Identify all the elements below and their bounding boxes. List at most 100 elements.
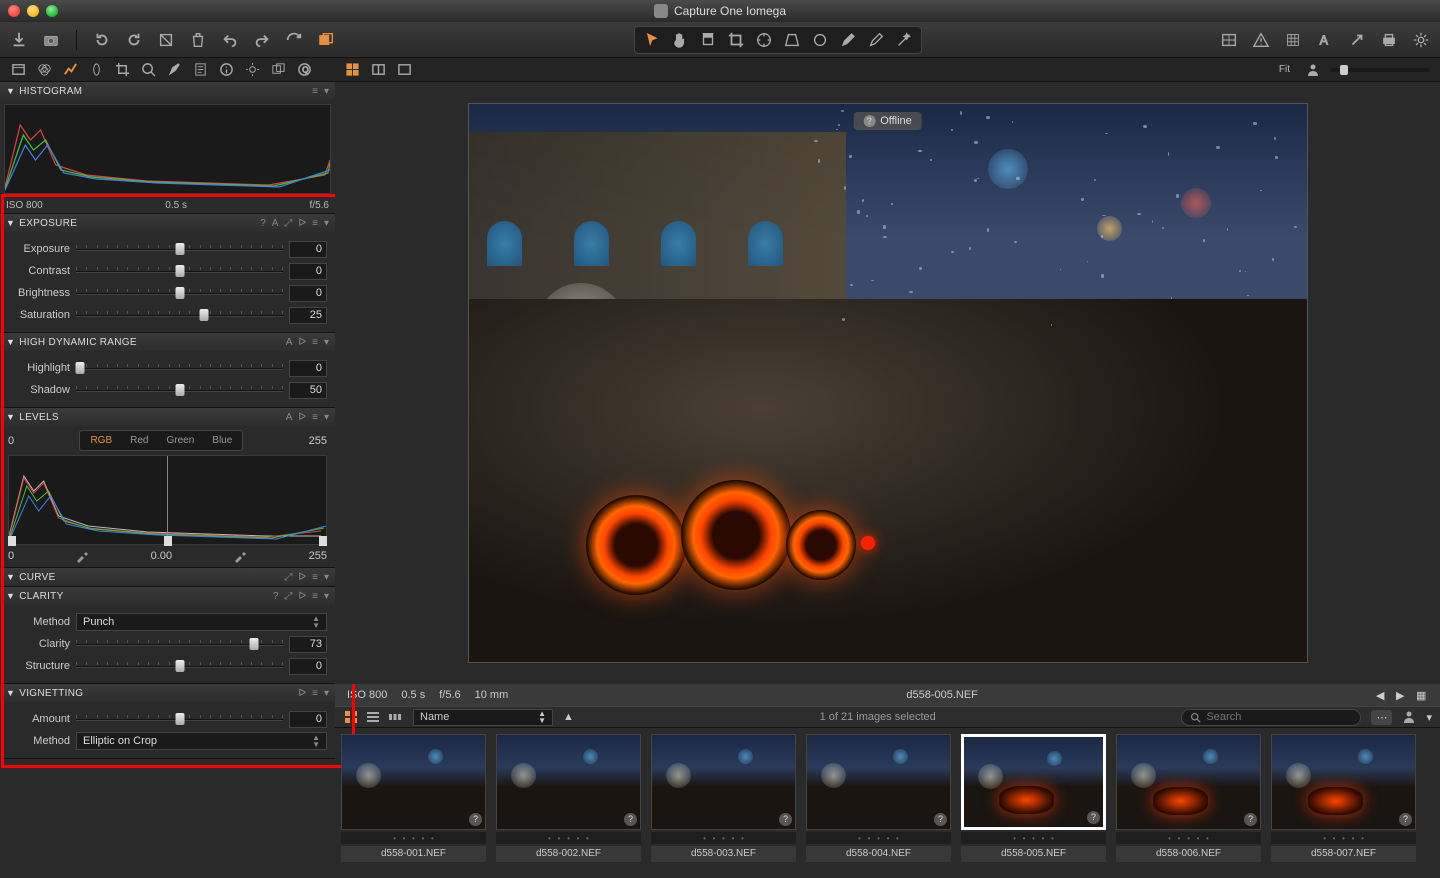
view-full-icon[interactable] bbox=[396, 62, 412, 78]
auto-icon[interactable]: A bbox=[272, 218, 279, 229]
metadata-tab-icon[interactable] bbox=[192, 62, 208, 78]
preset-icon[interactable]: ≡ bbox=[312, 591, 318, 602]
exposure-slider[interactable] bbox=[76, 242, 283, 256]
loupe-icon[interactable] bbox=[699, 31, 717, 49]
color-tab-icon[interactable] bbox=[36, 62, 52, 78]
view-split-icon[interactable] bbox=[370, 62, 386, 78]
clarity-header[interactable]: ▼CLARITY ?⤢ᐅ≡▾ bbox=[0, 587, 335, 605]
thumbnail[interactable]: ? • • • • • d558-003.NEF bbox=[651, 734, 796, 872]
preset-icon[interactable]: ≡ bbox=[312, 337, 318, 348]
pointer-icon[interactable] bbox=[643, 31, 661, 49]
print-icon[interactable] bbox=[1380, 31, 1398, 49]
reset-icon[interactable]: ᐅ bbox=[298, 218, 306, 229]
hdr-header[interactable]: ▼HIGH DYNAMIC RANGE Aᐅ≡▾ bbox=[0, 333, 335, 351]
library-tab-icon[interactable] bbox=[10, 62, 26, 78]
thumbnail[interactable]: ? • • • • • d558-002.NEF bbox=[496, 734, 641, 872]
info-badge-icon[interactable]: ? bbox=[1399, 813, 1412, 826]
black-picker-icon[interactable] bbox=[75, 549, 89, 563]
reset-icon[interactable]: ᐅ bbox=[298, 412, 306, 423]
import-icon[interactable] bbox=[10, 31, 28, 49]
levels-black-handle[interactable] bbox=[8, 536, 16, 546]
preset-icon[interactable]: ≡ bbox=[312, 412, 318, 423]
clarity-value[interactable]: 73 bbox=[289, 636, 327, 653]
white-picker-icon[interactable] bbox=[233, 549, 247, 563]
adjust-tab-icon[interactable] bbox=[166, 62, 182, 78]
rotate-left-icon[interactable] bbox=[93, 31, 111, 49]
clarity-slider[interactable] bbox=[76, 637, 283, 651]
minimize-window-button[interactable] bbox=[27, 5, 39, 17]
expand-icon[interactable]: ⤢ bbox=[284, 572, 292, 583]
channel-green[interactable]: Green bbox=[158, 433, 202, 448]
hand-icon[interactable] bbox=[671, 31, 689, 49]
export-icon[interactable] bbox=[1348, 31, 1366, 49]
crop-tab-icon[interactable] bbox=[114, 62, 130, 78]
levels-white-handle[interactable] bbox=[319, 536, 327, 546]
view-grid-icon[interactable] bbox=[344, 62, 360, 78]
output-tab-icon[interactable] bbox=[244, 62, 260, 78]
vignette-amount-slider[interactable] bbox=[76, 712, 283, 726]
zoom-fit-label[interactable]: Fit bbox=[1279, 64, 1290, 75]
browser-grid-icon[interactable] bbox=[343, 709, 359, 725]
batch-tab-icon[interactable] bbox=[270, 62, 286, 78]
reset-icon[interactable]: ᐅ bbox=[298, 337, 306, 348]
spot-icon[interactable] bbox=[811, 31, 829, 49]
redo2-icon[interactable] bbox=[285, 31, 303, 49]
panel-menu-icon[interactable]: ≡ bbox=[312, 86, 318, 97]
saturation-value[interactable]: 25 bbox=[289, 307, 327, 324]
info-badge-icon[interactable]: ? bbox=[469, 813, 482, 826]
levels-mid-handle[interactable] bbox=[164, 536, 172, 546]
vignette-method-dropdown[interactable]: Elliptic on Crop▲▼ bbox=[76, 732, 327, 750]
preset-icon[interactable]: ≡ bbox=[312, 688, 318, 699]
levels-graph[interactable] bbox=[8, 455, 327, 545]
curve-header[interactable]: ▼CURVE ⤢ᐅ≡▾ bbox=[0, 568, 335, 586]
browser-list-icon[interactable] bbox=[365, 709, 381, 725]
browser-filmstrip-icon[interactable] bbox=[387, 709, 403, 725]
thumb-rating[interactable]: • • • • • bbox=[651, 832, 796, 844]
details-tab-icon[interactable] bbox=[140, 62, 156, 78]
structure-slider[interactable] bbox=[76, 659, 283, 673]
thumbnail[interactable]: ? • • • • • d558-006.NEF bbox=[1116, 734, 1261, 872]
copy-adjustments-icon[interactable] bbox=[317, 31, 335, 49]
thumbnail[interactable]: ? • • • • • d558-005.NEF bbox=[961, 734, 1106, 872]
contrast-value[interactable]: 0 bbox=[289, 263, 327, 280]
preset-icon[interactable]: ≡ bbox=[312, 572, 318, 583]
browser-search[interactable] bbox=[1181, 709, 1361, 726]
reset-icon[interactable] bbox=[157, 31, 175, 49]
auto-icon[interactable]: A bbox=[286, 337, 293, 348]
thumb-rating[interactable]: • • • • • bbox=[496, 832, 641, 844]
wand-icon[interactable] bbox=[895, 31, 913, 49]
sort-dropdown[interactable]: Name▲▼ bbox=[413, 709, 553, 726]
channel-rgb[interactable]: RGB bbox=[82, 433, 120, 448]
straighten-icon[interactable] bbox=[755, 31, 773, 49]
exposure-value[interactable]: 0 bbox=[289, 241, 327, 258]
histogram-header[interactable]: ▼HISTOGRAM ≡▾ bbox=[0, 82, 335, 100]
zoom-slider[interactable] bbox=[1330, 68, 1430, 72]
close-window-button[interactable] bbox=[8, 5, 20, 17]
expand-icon[interactable]: ⤢ bbox=[284, 591, 292, 602]
preset-icon[interactable]: ≡ bbox=[312, 218, 318, 229]
quick-tab-icon[interactable]: Q bbox=[296, 62, 312, 78]
reset-icon[interactable]: ᐅ bbox=[298, 591, 306, 602]
clarity-method-dropdown[interactable]: Punch▲▼ bbox=[76, 613, 327, 631]
highlight-slider[interactable] bbox=[76, 361, 283, 375]
trash-icon[interactable] bbox=[189, 31, 207, 49]
reset-icon[interactable]: ᐅ bbox=[298, 572, 306, 583]
channel-red[interactable]: Red bbox=[122, 433, 156, 448]
rating-filter-icon[interactable]: ▾ bbox=[1426, 711, 1432, 724]
thumbnail[interactable]: ? • • • • • d558-004.NEF bbox=[806, 734, 951, 872]
eraser-icon[interactable] bbox=[867, 31, 885, 49]
search-input[interactable] bbox=[1206, 711, 1352, 723]
structure-value[interactable]: 0 bbox=[289, 658, 327, 675]
channel-blue[interactable]: Blue bbox=[204, 433, 240, 448]
shadow-value[interactable]: 50 bbox=[289, 382, 327, 399]
prev-page-icon[interactable]: ◀ bbox=[1376, 689, 1388, 701]
info-tab-icon[interactable] bbox=[218, 62, 234, 78]
brush-icon[interactable] bbox=[839, 31, 857, 49]
auto-icon[interactable]: A bbox=[286, 412, 293, 423]
thumbnail[interactable]: ? • • • • • d558-007.NEF bbox=[1271, 734, 1416, 872]
annotations-icon[interactable]: A bbox=[1316, 31, 1334, 49]
contrast-slider[interactable] bbox=[76, 264, 283, 278]
help-icon[interactable]: ? bbox=[260, 218, 266, 229]
view-mode-icon[interactable]: ▦ bbox=[1416, 689, 1428, 701]
thumb-rating[interactable]: • • • • • bbox=[341, 832, 486, 844]
